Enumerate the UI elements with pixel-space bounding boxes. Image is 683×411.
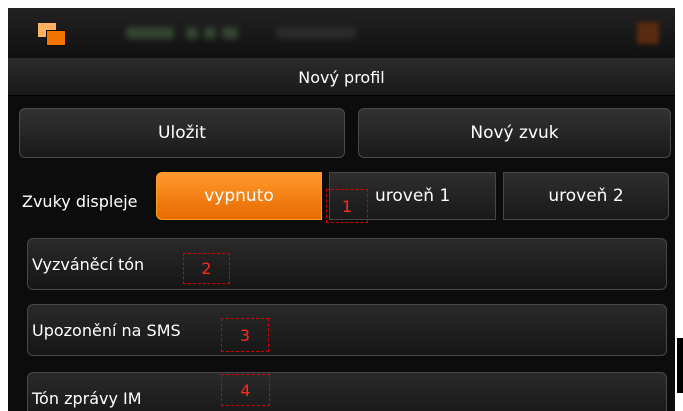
display-sounds-label: Zvuky displeje [22,191,138,211]
option-label: uroveň 2 [548,186,624,206]
sms-alert-setting[interactable]: Upozonění na SMS [27,304,667,356]
status-bar [8,8,675,59]
option-label: uroveň 1 [375,186,451,206]
im-tone-setting[interactable]: Tón zprávy IM [27,372,667,411]
ringtone-label: Vyzváněcí tón [32,254,145,274]
display-sounds-option-level2[interactable]: uroveň 2 [503,172,669,220]
title-bar: Nový profil [8,59,675,96]
sms-alert-label: Upozonění na SMS [32,320,181,340]
new-sound-button[interactable]: Nový zvuk [358,108,671,158]
app-switcher-icon[interactable] [36,23,70,46]
annotation-marker-3: 3 [221,318,269,352]
phone-screen: Nový profil Uložit Nový zvuk Zvuky displ… [8,8,675,411]
save-button-label: Uložit [158,123,206,143]
save-button[interactable]: Uložit [19,108,345,158]
annotation-marker-2: 2 [183,253,230,284]
annotation-marker-4: 4 [221,374,270,406]
edge-marker [677,338,683,393]
new-sound-button-label: Nový zvuk [470,123,559,143]
status-area[interactable] [126,24,386,44]
close-icon[interactable] [637,22,659,44]
im-tone-label: Tón zprávy IM [32,388,142,408]
annotation-marker-1: 1 [326,189,368,223]
ringtone-setting[interactable]: Vyzváněcí tón [27,238,667,290]
display-sounds-option-off[interactable]: vypnuto [156,172,322,220]
option-label: vypnuto [204,186,274,206]
page-title: Nový profil [298,67,385,87]
